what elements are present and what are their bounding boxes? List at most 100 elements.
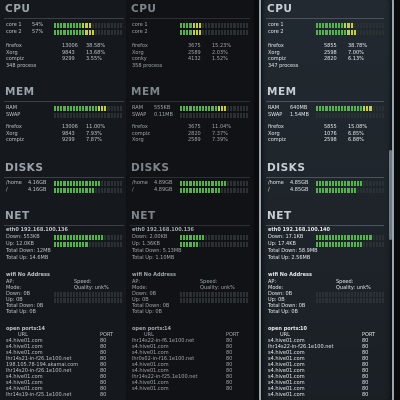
- net-up: Up: 1.36KB: [132, 241, 160, 247]
- mem-bar: [54, 112, 123, 118]
- bar-segment: [119, 105, 123, 111]
- divider: [266, 18, 384, 19]
- bar-segment: [217, 297, 220, 303]
- bar-segment: [366, 291, 369, 297]
- bar-segment: [208, 187, 211, 193]
- bar-segment: [378, 29, 381, 35]
- bar-segment: [189, 234, 192, 240]
- bar-segment: [85, 241, 88, 247]
- bar-segment: [97, 29, 101, 35]
- net-heading: NET: [5, 210, 30, 222]
- bar-segment: [353, 234, 356, 240]
- net-total-down: Total Down: 58.9MB: [268, 248, 318, 254]
- bar-segment: [347, 291, 350, 297]
- bar-segment: [353, 291, 356, 297]
- core-percent: 54%: [32, 22, 44, 28]
- bar-segment: [381, 105, 385, 111]
- bar-segment: [363, 180, 366, 186]
- bar-segment: [57, 297, 60, 303]
- bar-segment: [85, 180, 88, 186]
- bar-segment: [63, 112, 66, 118]
- process-count: 348 process: [6, 63, 37, 69]
- bar-segment: [239, 112, 242, 118]
- bar-segment: [116, 241, 119, 247]
- bar-segment: [214, 22, 217, 28]
- bar-segment: [230, 112, 233, 118]
- bar-segment: [189, 22, 192, 28]
- bar-segment: [201, 180, 205, 186]
- bar-segment: [91, 180, 94, 186]
- bar-segment: [205, 29, 208, 35]
- bar-segment: [356, 22, 359, 28]
- bar-segment: [63, 241, 66, 247]
- bar-segment: [91, 105, 94, 111]
- process-count: 358 process: [132, 63, 163, 69]
- net-interface-ip: eth0 192.168.100.136: [132, 227, 195, 233]
- bar-segment: [192, 291, 195, 297]
- bar-segment: [198, 105, 201, 111]
- core-label: core 1: [6, 22, 22, 28]
- bar-segment: [69, 234, 72, 240]
- bar-segment: [91, 112, 94, 118]
- bar-segment: [97, 291, 101, 297]
- bar-segment: [334, 180, 337, 186]
- bar-segment: [337, 180, 341, 186]
- bar-segment: [101, 105, 104, 111]
- bar-segment: [328, 241, 331, 247]
- bar-segment: [79, 105, 82, 111]
- process-pid: 9299: [62, 137, 75, 143]
- bar-segment: [366, 29, 369, 35]
- net-total-down: Total Down: 5.13MB: [132, 248, 182, 254]
- process-pid: 3675: [188, 43, 201, 49]
- bar-segment: [119, 187, 123, 193]
- bar-segment: [79, 22, 82, 28]
- bar-segment: [57, 29, 60, 35]
- bar-segment: [242, 187, 245, 193]
- bar-segment: [91, 187, 94, 193]
- bar-segment: [113, 105, 116, 111]
- bar-segment: [101, 291, 104, 297]
- bar-segment: [195, 297, 198, 303]
- bar-segment: [208, 241, 211, 247]
- bar-segment: [331, 241, 334, 247]
- wifi-heading: wifi No Address: [268, 272, 312, 278]
- divider: [266, 225, 384, 226]
- bar-segment: [316, 187, 319, 193]
- bar-segment: [54, 112, 57, 118]
- process-name: compiz: [268, 56, 286, 62]
- bar-segment: [356, 187, 359, 193]
- bar-segment: [220, 234, 223, 240]
- divider: [130, 177, 250, 178]
- bar-segment: [356, 112, 359, 118]
- bar-segment: [366, 105, 369, 111]
- divider: [4, 177, 124, 178]
- bar-segment: [322, 187, 325, 193]
- bar-segment: [381, 22, 385, 28]
- bar-segment: [359, 105, 363, 111]
- bar-segment: [91, 29, 94, 35]
- bar-segment: [94, 241, 97, 247]
- process-name: Xorg: [6, 49, 18, 56]
- bar-segment: [57, 187, 60, 193]
- bar-segment: [66, 105, 69, 111]
- bar-segment: [359, 187, 363, 193]
- bar-segment: [113, 29, 116, 35]
- bar-segment: [217, 180, 220, 186]
- disk-size: 4.16GB: [28, 180, 47, 186]
- bar-segment: [227, 187, 230, 193]
- process-pid: 9299: [62, 56, 75, 62]
- bar-segment: [82, 291, 85, 297]
- bar-segment: [85, 297, 88, 303]
- bar-segment: [319, 291, 322, 297]
- bar-segment: [350, 297, 353, 303]
- bar-segment: [113, 297, 116, 303]
- bar-segment: [341, 241, 344, 247]
- scrollbar[interactable]: [389, 150, 392, 240]
- bar-segment: [230, 241, 233, 247]
- bar-segment: [63, 105, 66, 111]
- bar-segment: [344, 234, 347, 240]
- disk-bar: [316, 180, 385, 186]
- bar-segment: [331, 187, 334, 193]
- bar-segment: [334, 29, 337, 35]
- bar-segment: [341, 297, 344, 303]
